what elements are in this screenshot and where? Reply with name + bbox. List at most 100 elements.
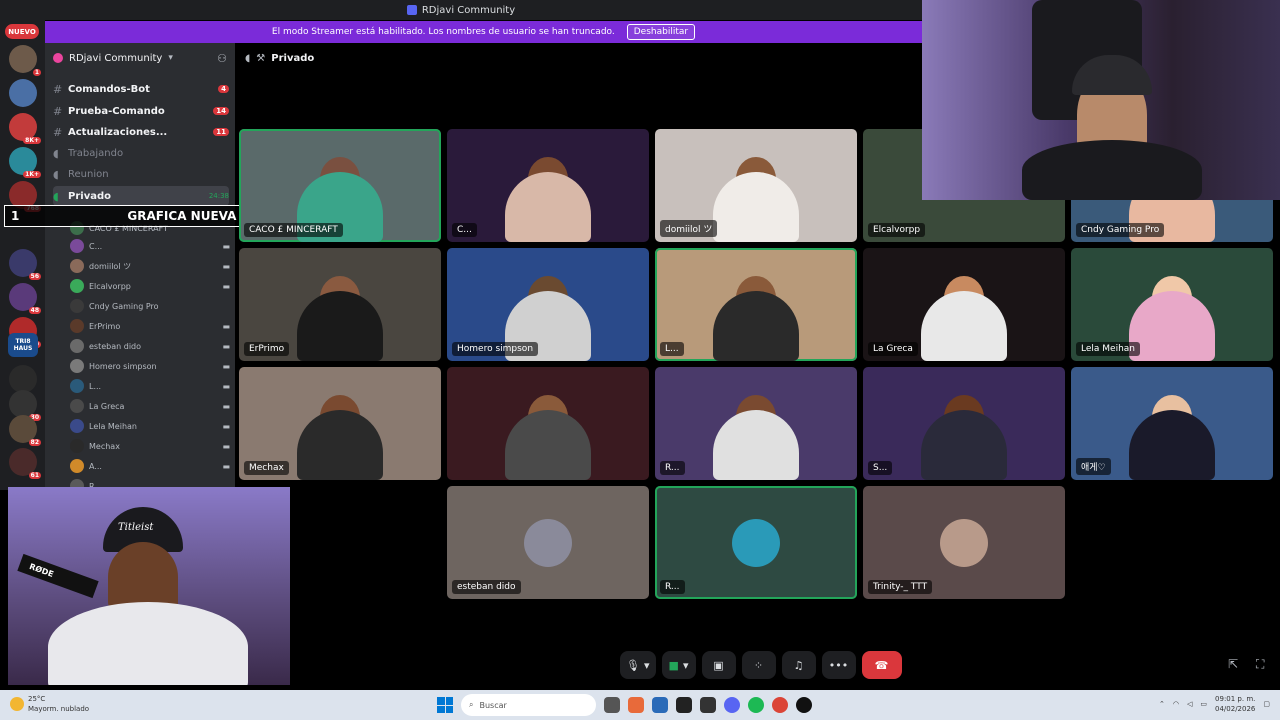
voice-user[interactable]: Cndy Gaming Pro <box>70 296 230 316</box>
server-icon-haus[interactable]: TRI8 HAUS <box>8 333 38 357</box>
weather-widget[interactable]: 25°C Mayorm. nublado <box>10 694 89 714</box>
camera-button[interactable]: ■ ▾ <box>661 651 696 679</box>
stream-icon: ▬ <box>222 401 230 411</box>
more-button[interactable]: ••• <box>821 651 856 679</box>
server-icon[interactable]: 30 <box>9 390 41 421</box>
title-bar: RDjavi Community <box>0 0 922 20</box>
video-tile[interactable]: L... <box>655 248 857 361</box>
server-icon[interactable]: 56 <box>9 249 41 280</box>
server-icon[interactable] <box>9 79 37 107</box>
server-icon[interactable]: 61 <box>9 448 41 479</box>
video-tile[interactable]: Lela Meihan <box>1071 248 1273 361</box>
server-icon[interactable]: 1K+ <box>9 147 41 178</box>
voice-user[interactable]: domiilol ツ ▬ <box>70 256 230 276</box>
video-tile[interactable]: Trinity-_ TTT <box>863 486 1065 599</box>
invite-icon[interactable]: ⚇ <box>217 52 227 65</box>
voice-user[interactable]: Mechax ▬ <box>70 436 230 456</box>
video-tile[interactable]: S... <box>863 367 1065 480</box>
avatar <box>70 379 84 393</box>
fullscreen-icon[interactable]: ⛶ <box>1256 657 1264 672</box>
video-tile[interactable]: 애게♡ <box>1071 367 1273 480</box>
streamer-body <box>48 602 248 685</box>
video-tile[interactable]: esteban dido <box>447 486 649 599</box>
participant-video <box>921 410 1007 480</box>
activities-button[interactable]: ⁘ <box>741 651 776 679</box>
hash-icon: # <box>53 82 63 96</box>
stream-icon: ▬ <box>222 241 230 251</box>
voice-user[interactable]: ErPrimo ▬ <box>70 316 230 336</box>
streamer-webcam-2: Titleist RØDE <box>8 487 290 685</box>
stream-icon: ▬ <box>222 381 230 391</box>
volume-icon[interactable]: ◁ <box>1187 700 1192 708</box>
voice-user[interactable]: Elcalvorpp ▬ <box>70 276 230 296</box>
channel-comandos-bot[interactable]: # Comandos-Bot 4 <box>53 79 229 99</box>
call-channel-name: Privado <box>271 52 315 64</box>
screen: RDjavi Community El modo Streamer está h… <box>0 0 1280 720</box>
disable-streamer-button[interactable]: Deshabilitar <box>626 24 696 40</box>
stream-icon: ▬ <box>222 361 230 371</box>
windows-start-icon[interactable] <box>437 697 453 713</box>
channel-prueba-comando[interactable]: # Prueba-Comando 14 <box>53 101 229 121</box>
video-tile[interactable]: R... <box>655 367 857 480</box>
video-tile[interactable]: Mechax <box>239 367 441 480</box>
taskbar-search[interactable]: ⌕ Buscar <box>461 694 596 716</box>
popout-icon[interactable]: ⇱ <box>1228 657 1238 671</box>
video-tile[interactable]: CACO £ MINCERAFT <box>239 129 441 242</box>
participant-avatar <box>732 518 780 567</box>
speaker-icon: ◖ <box>245 52 251 64</box>
voice-user[interactable]: Homero simpson ▬ <box>70 356 230 376</box>
server-icon[interactable]: 82 <box>9 415 41 446</box>
channel-actualizaciones[interactable]: # Actualizaciones... 11 <box>53 122 229 142</box>
copilot-icon[interactable] <box>628 697 644 713</box>
avatar <box>70 439 84 453</box>
system-tray: ⌃ ◠ ◁ ▭ 09:01 p. m. 04/02/2026 ▢ <box>1159 694 1270 714</box>
server-icon[interactable]: 48 <box>9 283 41 314</box>
activities-icon: ⁘ <box>753 658 764 672</box>
video-tile[interactable]: C... <box>447 129 649 242</box>
disconnect-button[interactable]: ☎ <box>861 651 902 679</box>
video-tile[interactable]: Homero simpson <box>447 248 649 361</box>
task-view-icon[interactable] <box>604 697 620 713</box>
wifi-icon[interactable]: ◠ <box>1173 700 1179 708</box>
voice-user[interactable]: Lela Meihan ▬ <box>70 416 230 436</box>
server-header[interactable]: RDjavi Community ▾ ⚇ <box>45 43 235 73</box>
share-screen-button[interactable]: ▣ <box>701 651 736 679</box>
channel-privado[interactable]: ◖ Privado 24:38 <box>53 186 229 206</box>
mute-button[interactable]: 🎙 ▾ <box>620 651 656 679</box>
new-badge[interactable]: NUEVO <box>5 24 39 39</box>
notification-icon[interactable]: ▢ <box>1263 700 1270 708</box>
hash-icon: # <box>53 125 63 139</box>
spotify-icon[interactable] <box>748 697 764 713</box>
discord-icon[interactable] <box>724 697 740 713</box>
channel-reunion[interactable]: ◖ Reunion <box>53 164 229 184</box>
voice-user[interactable]: L... ▬ <box>70 376 230 396</box>
video-tile[interactable]: La Greca <box>863 248 1065 361</box>
participant-video <box>713 410 799 480</box>
video-tile[interactable]: ErPrimo <box>239 248 441 361</box>
server-icon[interactable]: 8K+ <box>9 113 41 144</box>
chevron-up-icon[interactable]: ⌃ <box>1159 700 1165 708</box>
clock[interactable]: 09:01 p. m. 04/02/2026 <box>1215 694 1255 714</box>
store-icon[interactable] <box>652 697 668 713</box>
chevron-down-icon: ▾ <box>168 53 173 63</box>
server-icon[interactable]: 1 <box>9 45 41 76</box>
capcut-icon[interactable] <box>676 697 692 713</box>
participant-video <box>505 172 591 242</box>
participant-video <box>505 410 591 480</box>
voice-user[interactable]: C... ▬ <box>70 236 230 256</box>
video-tile[interactable] <box>447 367 649 480</box>
battery-icon[interactable]: ▭ <box>1200 700 1207 708</box>
voice-user[interactable]: La Greca ▬ <box>70 396 230 416</box>
video-tile[interactable]: R... <box>655 486 857 599</box>
chevron-down-icon: ▾ <box>643 658 650 672</box>
avatar <box>70 319 84 333</box>
soundboard-button[interactable]: ♫ <box>781 651 816 679</box>
server-icon[interactable] <box>9 365 37 393</box>
obs-icon[interactable] <box>796 697 812 713</box>
video-tile[interactable]: domiilol ツ <box>655 129 857 242</box>
app-icon[interactable] <box>700 697 716 713</box>
chrome-icon[interactable] <box>772 697 788 713</box>
voice-user[interactable]: A... ▬ <box>70 456 230 476</box>
channel-trabajando[interactable]: ◖ Trabajando <box>53 143 229 163</box>
voice-user[interactable]: esteban dido ▬ <box>70 336 230 356</box>
